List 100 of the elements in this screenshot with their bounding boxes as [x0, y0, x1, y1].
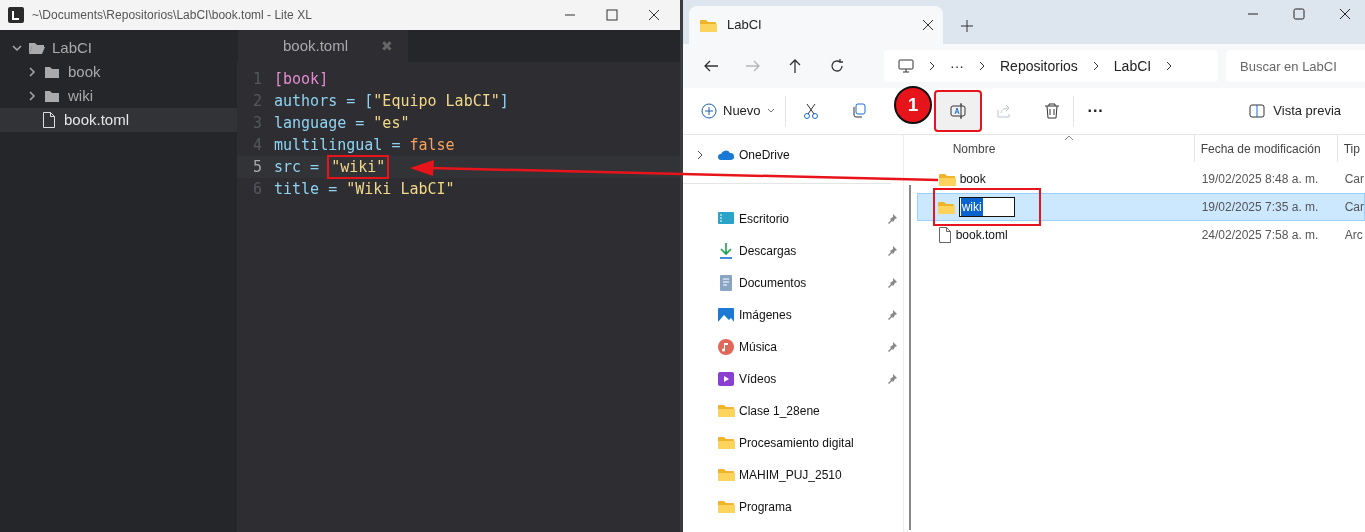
sidebar-item[interactable]: OneDrive [683, 139, 903, 171]
maximize-icon[interactable] [1293, 8, 1305, 20]
rename-field[interactable]: wiki [958, 197, 1015, 217]
rename-icon [948, 102, 967, 120]
code-token: title = [274, 178, 339, 200]
sidebar-item[interactable]: Descargas [683, 235, 903, 267]
explorer-tab[interactable]: LabCI [689, 6, 943, 44]
up-icon[interactable] [787, 58, 803, 74]
code-token: ] [499, 90, 509, 112]
close-icon[interactable] [648, 9, 660, 21]
tree-item[interactable]: book [0, 60, 237, 84]
sidebar-item[interactable]: Procesamiento digital [683, 427, 903, 459]
refresh-icon[interactable] [829, 58, 845, 74]
sidebar-item[interactable]: Vídeos [683, 363, 903, 395]
pin-icon [886, 278, 897, 288]
file-icon [937, 227, 952, 243]
chevron-icon [1165, 61, 1174, 71]
share-icon [994, 102, 1013, 120]
chevron-icon [28, 91, 36, 101]
computer-icon [898, 58, 914, 74]
column-header[interactable]: Tip [1336, 135, 1365, 162]
file-icon [42, 112, 56, 128]
sidebar-item[interactable]: MAHIM_PUJ_2510 [683, 459, 903, 491]
sidebar-item[interactable]: Imágenes [683, 299, 903, 331]
tab-title: LabCI [727, 16, 762, 35]
rename-button[interactable] [933, 90, 982, 132]
address-bar[interactable]: ··· Repositorios LabCI [884, 50, 1218, 82]
chevron-icon [696, 150, 704, 160]
chevron-icon [978, 61, 986, 71]
sidebar-item[interactable]: Clase 1_28ene [683, 395, 903, 427]
code-token: "Equipo LabCI" [373, 90, 500, 112]
code-token: authors = [ [274, 90, 374, 112]
code-token: multilingual = [274, 134, 402, 156]
chevron-icon [28, 67, 36, 77]
search-field[interactable]: Buscar en LabCI [1226, 50, 1365, 82]
pin-icon [886, 214, 897, 224]
close-icon[interactable] [1339, 8, 1351, 20]
pictures-icon [717, 306, 735, 324]
code-token: "es" [373, 112, 410, 134]
tree-item[interactable]: LabCI [0, 36, 237, 60]
sidebar-item[interactable]: Música [683, 331, 903, 363]
file-row[interactable]: book 19/02/2025 8:48 a. m. Car [916, 165, 1365, 193]
column-header[interactable]: Nombre [916, 135, 1194, 162]
window-title: ~\Documents\Repositorios\LabCI\book.toml - Lite XL [32, 7, 312, 24]
preview-button[interactable]: Vista previa [1249, 101, 1341, 121]
folder-icon [717, 498, 735, 516]
date-cell-text: 24/02/2025 7:58 a. m. [1200, 227, 1320, 244]
plus-circle-icon [701, 103, 717, 119]
close-icon[interactable] [923, 20, 933, 30]
date-cell-text: 19/02/2025 8:48 a. m. [1200, 171, 1320, 188]
sidebar-item[interactable]: Programa [683, 491, 903, 523]
code-token: false [409, 134, 455, 156]
folder-icon [937, 171, 956, 187]
type-cell-text: Car [1343, 171, 1364, 188]
file-row[interactable]: book.toml 24/02/2025 7:58 a. m. Arc [916, 221, 1365, 249]
chevron-icon [928, 61, 936, 71]
new-button[interactable]: Nuevo [701, 101, 775, 121]
pin-icon [886, 310, 897, 320]
folder-icon [44, 65, 60, 79]
sidebar-item[interactable]: Escritorio [683, 203, 903, 235]
music-icon [717, 338, 735, 356]
folder-icon [44, 89, 60, 103]
date-cell-text: 19/02/2025 7:35 a. m. [1200, 199, 1320, 216]
video-icon [717, 370, 735, 388]
line-number: 5 [251, 156, 263, 178]
code-token: "Wiki LabCI" [346, 178, 455, 200]
document-icon [717, 274, 735, 292]
sort-caret-icon [1063, 135, 1074, 141]
folder-icon [936, 199, 955, 215]
preview-pane-icon [1249, 104, 1266, 118]
folder-icon [699, 17, 717, 33]
type-cell-text: Car [1343, 199, 1364, 216]
breadcrumb-item[interactable]: LabCI [1113, 55, 1152, 77]
folder-icon [717, 402, 735, 420]
more-button[interactable]: ··· [1087, 99, 1104, 123]
back-icon[interactable] [703, 58, 719, 74]
sidebar-item[interactable]: Documentos [683, 267, 903, 299]
editor-tab[interactable]: book.toml ✖ [238, 30, 408, 62]
folder-icon [717, 466, 735, 484]
tree-item[interactable]: book.toml [0, 108, 237, 132]
maximize-icon[interactable] [606, 9, 618, 21]
breadcrumb-item[interactable]: Repositorios [1000, 55, 1078, 77]
step-badge: 1 [894, 86, 932, 124]
trash-icon [1042, 102, 1061, 120]
code-token: src = [274, 156, 321, 178]
code-token: [book] [274, 68, 329, 90]
chevron-icon [12, 43, 22, 53]
app-logo-icon [8, 7, 24, 23]
download-icon [717, 242, 735, 260]
caret-icon [766, 108, 775, 114]
tree-item[interactable]: wiki [0, 84, 237, 108]
pin-icon [886, 342, 897, 352]
new-tab-icon[interactable] [961, 20, 973, 32]
pin-icon [886, 374, 897, 384]
file-name: book [959, 171, 986, 188]
type-cell-text: Arc [1343, 227, 1364, 244]
file-name: book.toml [955, 227, 1008, 244]
breadcrumb-item[interactable]: ··· [950, 55, 964, 77]
column-header[interactable]: Fecha de modificación [1193, 135, 1337, 162]
folder-icon [28, 41, 46, 55]
